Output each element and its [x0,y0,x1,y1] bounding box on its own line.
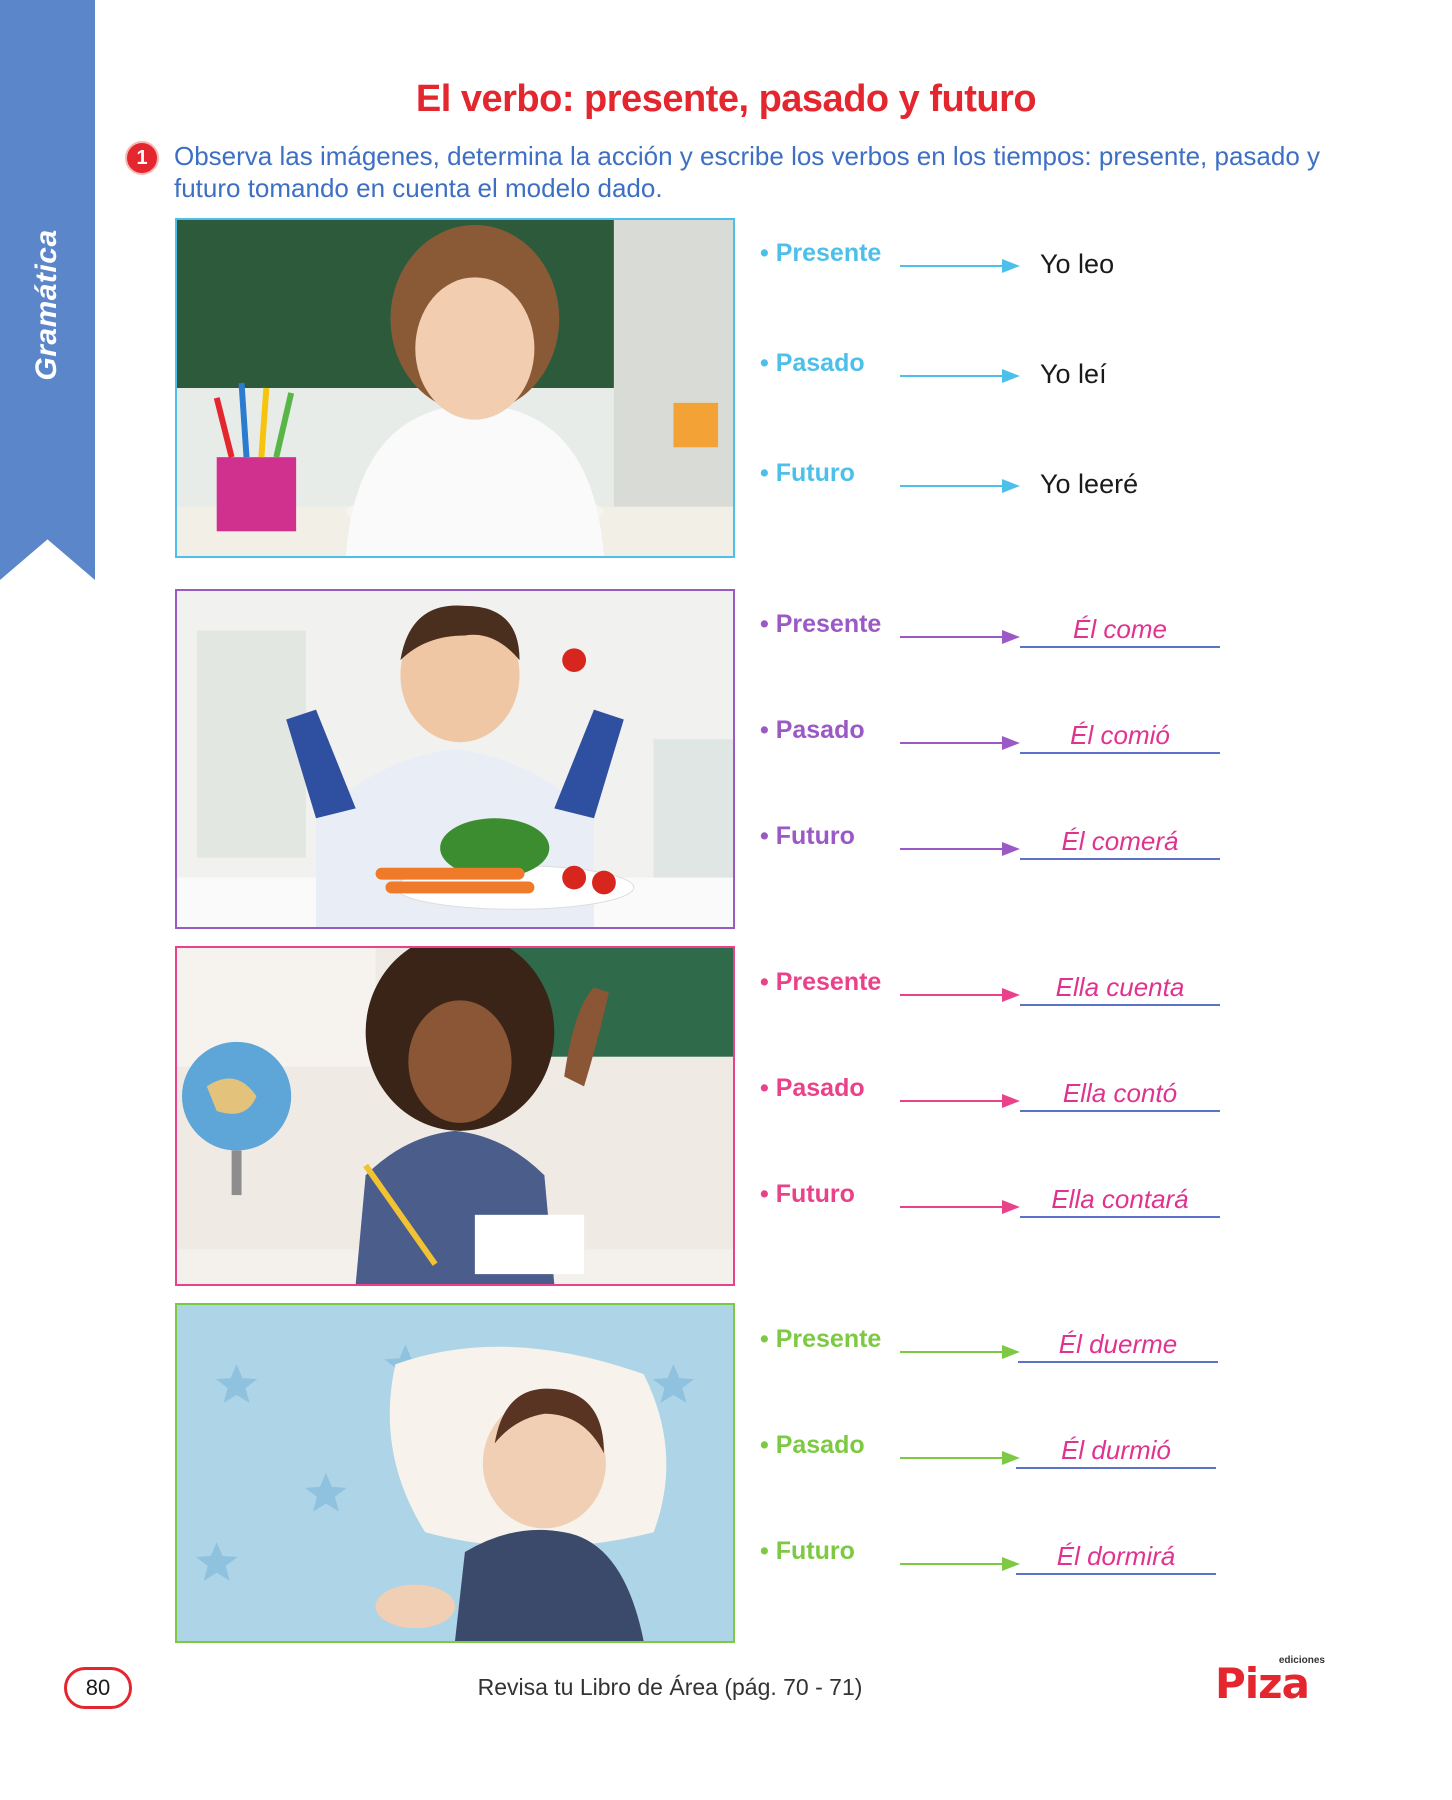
pasado-label: • Pasado [760,1431,865,1459]
answer-field[interactable]: Ella contará [1020,1184,1220,1218]
answer-text: Ella contó [1062,1078,1178,1108]
pasado-label: • Pasado [760,1074,865,1102]
futuro-label: • Futuro [760,1180,855,1208]
answer-text: Yo leeré [1040,469,1139,499]
arrow-icon [900,1094,1020,1108]
answer-field[interactable]: Él comió [1020,720,1220,754]
futuro-label: • Futuro [760,459,855,487]
answer-field[interactable]: Ella contó [1020,1078,1220,1112]
arrow-icon [900,842,1020,856]
arrow-icon [900,1345,1020,1359]
arrow-icon [900,1557,1020,1571]
answer-text: Yo leí [1040,359,1107,389]
arrow-icon [900,1200,1020,1214]
futuro-label: • Futuro [760,822,855,850]
answer-text: Él durmió [1061,1435,1171,1465]
answer-text: Él comerá [1061,826,1179,856]
presente-label: • Presente [760,239,882,267]
arrow-icon [900,1451,1020,1465]
arrow-icon [900,630,1020,644]
answer-text: Él comió [1070,720,1170,750]
answer-field[interactable]: Él duerme [1018,1329,1218,1363]
arrow-icon [900,479,1020,493]
boy-eating-vegetables-photo [175,589,735,929]
girl-reading-photo [175,218,735,558]
presente-label: • Presente [760,610,882,638]
boy-sleeping-photo [175,1303,735,1643]
arrow-icon [900,369,1020,383]
pasado-label: • Pasado [760,716,865,744]
answer-field[interactable]: Él comerá [1020,826,1220,860]
answer-text: Él duerme [1058,1329,1178,1359]
question-instruction: Observa las imágenes, determina la acció… [174,141,1321,203]
footer-reference: Revisa tu Libro de Área (pág. 70 - 71) [477,1674,863,1700]
presente-label: • Presente [760,1325,882,1353]
question-number-badge: 1 [125,141,159,175]
answer-text: Ella cuenta [1055,972,1185,1002]
answer-field[interactable]: Ella cuenta [1020,972,1220,1006]
page-title: El verbo: presente, pasado y futuro [415,78,1037,120]
arrow-icon [900,988,1020,1002]
futuro-label: • Futuro [760,1537,855,1565]
answer-text: Él come [1073,614,1167,644]
answer-text: Yo leo [1040,249,1115,279]
logo-text: Piza [1215,1659,1310,1708]
answer-text: Ella contará [1051,1184,1189,1214]
answer-text: Él dormirá [1056,1541,1176,1571]
publisher-logo: ediciones Piza [1215,1655,1325,1708]
girl-counting-photo [175,946,735,1286]
answer-field[interactable]: Él come [1020,614,1220,648]
arrow-icon [900,736,1020,750]
answer-field[interactable]: Él dormirá [1016,1541,1216,1575]
arrow-icon [900,259,1020,273]
presente-label: • Presente [760,968,882,996]
pasado-label: • Pasado [760,349,865,377]
answer-field[interactable]: Él durmió [1016,1435,1216,1469]
section-tab-label: Gramática [30,229,63,381]
